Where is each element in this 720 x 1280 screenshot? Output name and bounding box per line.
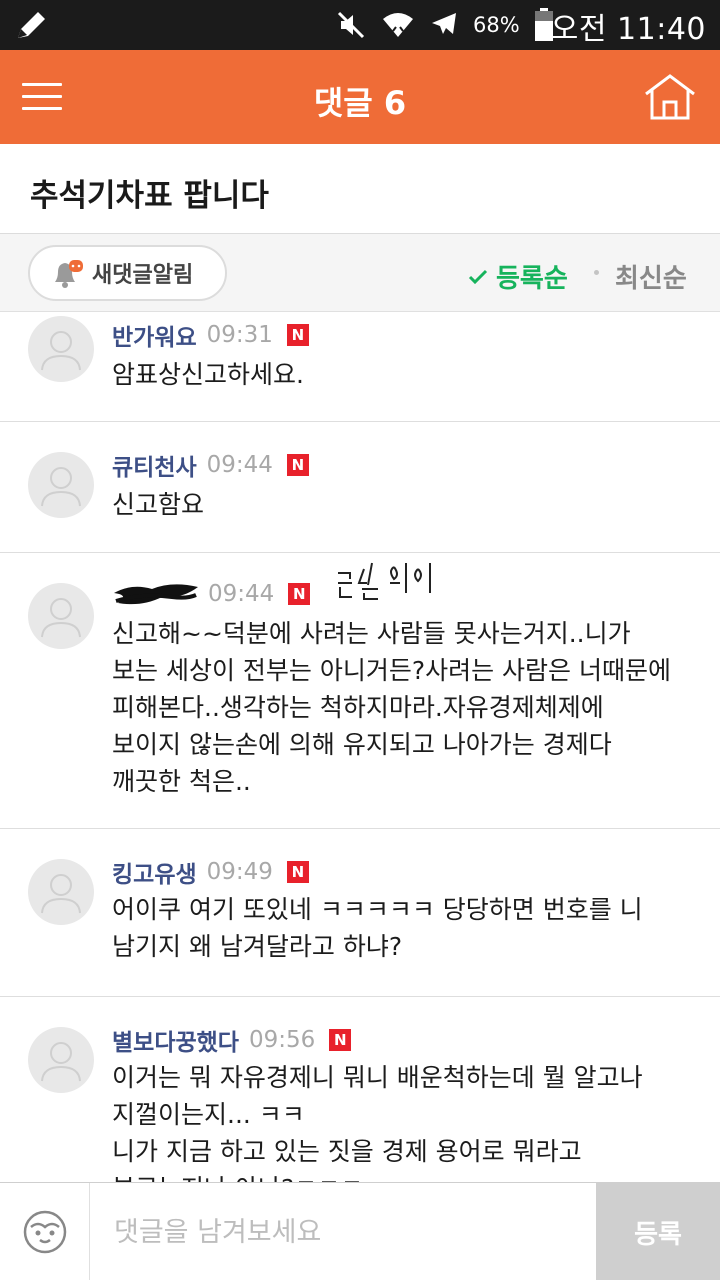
comment-nickname[interactable]: 별보다꿍했다 [112, 1023, 239, 1057]
new-badge: N [286, 324, 309, 346]
comment-item: 09:44 N 신고해~~덕분에 사려는 사람들 못사는거지..니가 보는 세상… [0, 553, 720, 829]
avatar[interactable] [28, 1027, 94, 1093]
alarm-label: 새댓글알림 [92, 263, 194, 288]
app-header: 댓글 6 [0, 50, 720, 144]
avatar[interactable] [28, 859, 94, 925]
avatar[interactable] [28, 452, 94, 518]
status-time: 오전 11:40 [550, 12, 706, 47]
mute-icon [337, 11, 365, 39]
emoji-icon [23, 1210, 66, 1254]
sort-bar: 새댓글알림 등록순 최신순 [0, 234, 720, 312]
default-user-icon [41, 467, 81, 507]
redacted-nickname-scribble [114, 584, 198, 605]
sort-latest-button[interactable]: 최신순 [615, 258, 687, 295]
comment-time: 09:49 [206, 859, 273, 885]
battery-percent: 68% [473, 13, 520, 37]
comment-text: 어이쿠 여기 또있네 ㅋㅋㅋㅋㅋ 당당하면 번호를 니 남기지 왜 남겨달라고 … [112, 895, 651, 961]
emoji-button[interactable] [0, 1183, 90, 1280]
comment-nickname[interactable]: 킹고유생 [112, 855, 197, 889]
comment-time: 09:56 [248, 1027, 316, 1053]
avatar[interactable] [28, 316, 94, 382]
comment-input-bar: 등록 [0, 1182, 720, 1280]
comment-list: 반가워요 09:31 N 암표상신고하세요. 큐티천사 09:44 N 신고함요 [0, 312, 720, 1182]
new-badge: N [286, 861, 309, 883]
avatar[interactable] [28, 583, 94, 649]
comment-nickname[interactable]: 반가워요 [112, 318, 197, 352]
page-title: 댓글 6 [313, 84, 407, 122]
new-comment-alarm-button[interactable]: 새댓글알림 [28, 245, 227, 301]
comment-item: 반가워요 09:31 N 암표상신고하세요. [0, 312, 720, 422]
comment-nickname[interactable]: 큐티천사 [112, 448, 197, 482]
comment-time: 09:31 [206, 322, 273, 348]
comment-text: 이거는 뭐 자유경제니 뭐니 배운척하는데 뭘 알고나 지껄이는지... ㅋㅋ … [112, 1063, 643, 1182]
sort-registered-button[interactable]: 등록순 [468, 258, 568, 295]
default-user-icon [41, 598, 81, 638]
comment-text: 신고해~~덕분에 사려는 사람들 못사는거지..니가 보는 세상이 전부는 아니… [112, 619, 679, 796]
comment-time: 09:44 [208, 581, 275, 607]
post-title: 추석기차표 팝니다 [30, 178, 269, 214]
comment-text: 암표상신고하세요. [112, 360, 304, 389]
checkmark-icon [468, 269, 488, 284]
default-user-icon [41, 874, 81, 914]
new-badge: N [329, 1029, 352, 1051]
comment-item: 별보다꿍했다 09:56 N 이거는 뭐 자유경제니 뭐니 배운척하는데 뭘 알… [0, 997, 720, 1182]
handwritten-annotation [338, 562, 431, 600]
post-title-bar: 추석기차표 팝니다 [0, 144, 720, 234]
comment-input[interactable] [90, 1183, 596, 1280]
default-user-icon [41, 331, 81, 371]
pen-icon [18, 12, 45, 38]
default-user-icon [41, 1042, 81, 1082]
home-icon[interactable] [642, 72, 698, 122]
bell-icon [55, 260, 83, 288]
comment-item: 큐티천사 09:44 N 신고함요 [0, 422, 720, 553]
status-bar: 68% 오전 11:40 [0, 0, 720, 50]
submit-comment-button[interactable]: 등록 [596, 1183, 720, 1280]
new-badge: N [286, 454, 309, 476]
sort-registered-label: 등록순 [496, 264, 568, 294]
wifi-icon [383, 13, 413, 37]
comment-item: 킹고유생 09:49 N 어이쿠 여기 또있네 ㅋㅋㅋㅋㅋ 당당하면 번호를 니… [0, 829, 720, 997]
new-badge: N [288, 583, 311, 605]
airplane-icon [432, 13, 456, 34]
sort-separator [594, 270, 599, 275]
comment-time: 09:44 [206, 452, 273, 478]
comment-text: 신고함요 [112, 490, 205, 519]
